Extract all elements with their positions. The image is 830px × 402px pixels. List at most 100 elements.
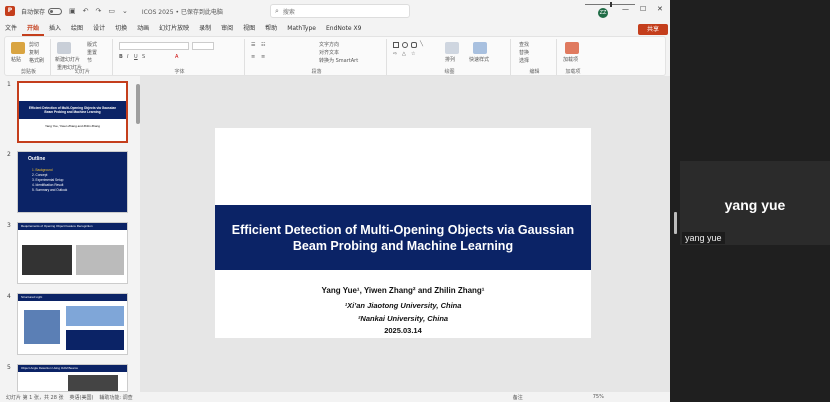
layout-button[interactable]: 版式 <box>87 41 97 48</box>
language-status[interactable]: 英语(美国) <box>70 394 94 401</box>
slide-affiliation-2[interactable]: ²Nankai University, China <box>215 314 591 323</box>
quick-styles-icon[interactable] <box>473 42 487 54</box>
italic-icon[interactable]: I <box>127 54 128 60</box>
slide-date[interactable]: 2025.03.14 <box>215 326 591 335</box>
share-button[interactable]: 共享 <box>638 24 668 35</box>
search-input[interactable]: ⌕ 搜索 <box>270 4 410 18</box>
font-color-icon[interactable]: A <box>175 54 178 60</box>
new-slide-icon[interactable] <box>57 42 71 54</box>
zoom-slider-knob[interactable] <box>610 2 612 7</box>
thumb-authors: Yang Yue, Yiwen Zhang and Zhilin Zhang <box>45 124 100 128</box>
paragraph-group: ☰ ☷ ≡ ≡ 文字方向 对齐文本 转换为 SmartArt 段落 <box>247 39 387 75</box>
menu-tab[interactable]: EndNote X9 <box>321 22 366 36</box>
slide-title-line-2[interactable]: Beam Probing and Machine Learning <box>293 238 513 254</box>
replace-button[interactable]: 替换 <box>519 49 529 56</box>
document-title[interactable]: ICOS 2025 • 已保存到此电脑 <box>142 7 223 16</box>
menu-tab[interactable]: 动画 <box>132 22 154 36</box>
thumb-outline-list: 1. Background 2. Concept 3. Experimental S… <box>32 168 67 193</box>
font-size-select[interactable] <box>192 42 214 50</box>
slide-thumbnail-5[interactable]: Object Angle Detection Using OAM Beams <box>17 364 128 392</box>
smartart-button[interactable]: 转换为 SmartArt <box>319 57 358 64</box>
powerpoint-logo-icon: P <box>5 6 15 16</box>
panel-resize-handle[interactable] <box>674 212 677 234</box>
minimize-button[interactable]: — <box>622 5 629 13</box>
align-center-icon[interactable]: ≡ <box>261 54 265 60</box>
maximize-button[interactable]: ☐ <box>640 5 646 13</box>
autosave-toggle[interactable] <box>48 7 63 15</box>
quick-styles-button[interactable]: 快速样式 <box>469 56 489 63</box>
present-icon[interactable]: ▭ <box>108 7 115 15</box>
rounded-rect-shape-icon[interactable] <box>411 42 417 48</box>
line-shape-icon[interactable]: ╲ <box>420 41 423 47</box>
bold-icon[interactable]: B <box>119 54 123 60</box>
format-painter-button[interactable]: 格式刷 <box>29 57 44 64</box>
participant-video-tile[interactable]: yang yue yang yue <box>680 161 830 245</box>
thumb-image <box>22 245 72 275</box>
menu-tab[interactable]: 帮助 <box>260 22 282 36</box>
rectangle-shape-icon[interactable] <box>393 42 399 48</box>
avatar[interactable]: ZZ <box>598 8 608 18</box>
select-button[interactable]: 选择 <box>519 57 529 64</box>
menu-tab[interactable]: 视图 <box>238 22 260 36</box>
align-left-icon[interactable]: ≡ <box>251 54 255 60</box>
save-icon[interactable]: ▣ <box>69 7 76 15</box>
customize-quick-access-icon[interactable]: ⌄ <box>122 7 128 15</box>
menu-tab[interactable]: 切换 <box>110 22 132 36</box>
thumb-title: Outline <box>28 156 46 162</box>
shadow-icon[interactable]: S <box>142 54 145 60</box>
arrange-button[interactable]: 排列 <box>445 56 455 63</box>
notes-button[interactable]: 备注 <box>513 394 523 401</box>
arrow-shape-icon[interactable]: ⇨ <box>393 51 397 57</box>
close-button[interactable]: ✕ <box>657 5 663 13</box>
accessibility-status[interactable]: 辅助功能: 调查 <box>99 394 132 401</box>
drawing-group-label: 绘图 <box>444 69 455 75</box>
oval-shape-icon[interactable] <box>402 42 408 48</box>
slide-thumbnail-4[interactable]: Structured Light <box>17 293 128 355</box>
underline-icon[interactable]: U <box>134 54 138 60</box>
addin-icon[interactable] <box>565 42 579 54</box>
slide-thumbnail-3[interactable]: Requirements of Opening Object Feature R… <box>17 222 128 284</box>
thumb-outline-item: 5. Summary and Outlook <box>32 188 68 192</box>
menu-tab[interactable]: MathType <box>282 22 321 36</box>
participant-name-label: yang yue <box>682 232 725 244</box>
thumb-image <box>24 310 60 344</box>
menu-tab[interactable]: 审阅 <box>216 22 238 36</box>
menu-tab[interactable]: 文件 <box>0 22 22 36</box>
reset-button[interactable]: 重置 <box>87 49 97 56</box>
new-slide-button[interactable]: 新建幻灯片 <box>55 56 80 63</box>
paste-icon[interactable] <box>11 42 25 54</box>
text-direction-button[interactable]: 文字方向 <box>319 41 339 48</box>
undo-icon[interactable]: ↶ <box>83 7 89 15</box>
menu-tab[interactable]: 设计 <box>88 22 110 36</box>
slide-thumbnail-1[interactable]: Efficient Detection of Multi-Opening Obj… <box>17 81 128 143</box>
align-text-button[interactable]: 对齐文本 <box>319 49 339 56</box>
thumb-title: Requirements of Opening Object Feature R… <box>21 224 93 228</box>
slide-thumbnail-2[interactable]: Outline 1. Background 2. Concept 3. Experi… <box>17 151 128 213</box>
slide-affiliation-1[interactable]: ¹Xi’an Jiaotong University, China <box>215 301 591 310</box>
bullets-icon[interactable]: ☰ <box>251 42 255 48</box>
menu-tab[interactable]: 幻灯片放映 <box>154 22 194 36</box>
cut-button[interactable]: 剪切 <box>29 41 39 48</box>
thumb-title: Structured Light <box>21 295 43 299</box>
slide-canvas: Efficient Detection of Multi-Opening Obj… <box>140 76 670 392</box>
copy-button[interactable]: 复制 <box>29 49 39 56</box>
menu-tab[interactable]: 开始 <box>22 22 45 36</box>
redo-icon[interactable]: ↷ <box>96 7 102 15</box>
slide-authors[interactable]: Yang Yue¹, Yiwen Zhang² and Zhilin Zhang… <box>215 286 591 295</box>
paste-button[interactable]: 粘贴 <box>11 56 21 63</box>
section-button[interactable]: 节 <box>87 57 92 64</box>
font-name-select[interactable] <box>119 42 189 50</box>
menu-tab[interactable]: 录制 <box>194 22 216 36</box>
menu-tab[interactable]: 插入 <box>44 22 66 36</box>
current-slide[interactable]: Efficient Detection of Multi-Opening Obj… <box>215 128 591 338</box>
star-shape-icon[interactable]: ☆ <box>411 51 415 57</box>
slide-title-line-1[interactable]: Efficient Detection of Multi-Opening Obj… <box>232 222 574 238</box>
zoom-level[interactable]: 75% <box>593 394 604 400</box>
arrange-icon[interactable] <box>445 42 459 54</box>
triangle-shape-icon[interactable]: △ <box>402 51 406 57</box>
find-button[interactable]: 查找 <box>519 41 529 48</box>
slide-number: 2 <box>7 151 11 158</box>
menu-tab[interactable]: 绘图 <box>66 22 88 36</box>
numbering-icon[interactable]: ☷ <box>261 42 265 48</box>
addin-button[interactable]: 加载项 <box>563 56 578 63</box>
